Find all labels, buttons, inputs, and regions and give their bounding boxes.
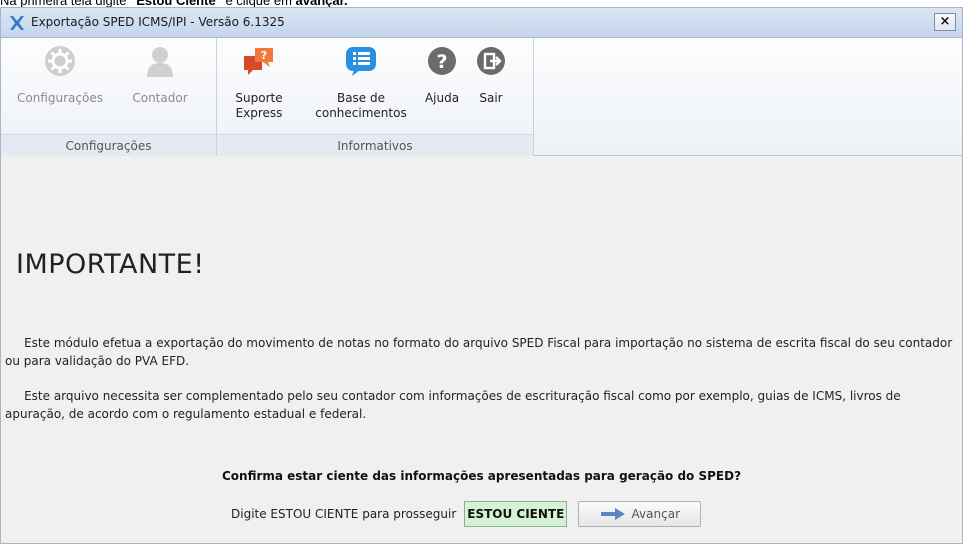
ajuda-label: Ajuda xyxy=(424,91,460,105)
exit-icon xyxy=(477,47,505,75)
base-label-line2: conhecimentos xyxy=(315,106,407,120)
contador-label: Contador xyxy=(132,91,188,105)
sair-button[interactable]: Sair xyxy=(472,44,510,106)
info-paragraph-1: Este módulo efetua a exportação do movim… xyxy=(5,336,956,368)
suporte-label-line2: Express xyxy=(235,106,283,120)
suporte-label-line1: Suporte xyxy=(235,91,283,105)
title-bar[interactable]: Exportação SPED ICMS/IPI - Versão 6.1325… xyxy=(1,8,962,38)
instruction-text: Na primeira tela digite "Estou Ciente" e… xyxy=(0,0,348,8)
ribbon-group-configuracoes: Configurações Contador Configurações xyxy=(1,38,217,156)
contador-button[interactable]: Contador xyxy=(118,44,202,106)
base-conhecimentos-button[interactable]: Base de conhecimentos xyxy=(313,44,409,121)
support-chat-icon: ? xyxy=(244,48,273,75)
ajuda-button[interactable]: ? Ajuda xyxy=(421,44,463,106)
avancar-button[interactable]: Avançar xyxy=(578,501,702,527)
main-content: IMPORTANTE! Este módulo efetua a exporta… xyxy=(1,157,962,543)
ribbon-toolbar: Configurações Contador Configurações ? S… xyxy=(1,38,962,156)
entry-label: Digite ESTOU CIENTE para prosseguir xyxy=(231,507,457,521)
confirm-question: Confirma estar ciente das informações ap… xyxy=(221,469,742,483)
ribbon-group-informativos: ? Suporte Express Base de conhecimentos xyxy=(217,38,534,156)
close-button[interactable]: × xyxy=(934,13,956,31)
window-title: Exportação SPED ICMS/IPI - Versão 6.1325 xyxy=(31,15,285,29)
sair-label: Sair xyxy=(479,91,503,105)
base-label-line1: Base de xyxy=(336,91,386,105)
arrow-right-icon xyxy=(600,508,625,520)
svg-text:?: ? xyxy=(436,51,447,73)
configuracoes-label: Configurações xyxy=(17,91,103,105)
group-caption-informativos: Informativos xyxy=(217,134,533,156)
app-window: Exportação SPED ICMS/IPI - Versão 6.1325… xyxy=(0,7,963,544)
svg-text:?: ? xyxy=(261,49,267,62)
person-icon xyxy=(147,47,173,77)
confirmation-row: Digite ESTOU CIENTE para prosseguir ESTO… xyxy=(231,500,702,528)
help-icon: ? xyxy=(428,47,456,75)
group-caption-configuracoes: Configurações xyxy=(1,134,216,156)
suporte-express-button[interactable]: ? Suporte Express xyxy=(229,44,289,121)
app-logo-icon xyxy=(10,16,24,30)
page-title: IMPORTANTE! xyxy=(16,249,205,280)
gear-icon xyxy=(45,46,75,76)
avancar-label: Avançar xyxy=(631,507,680,521)
confirmation-input[interactable]: ESTOU CIENTE xyxy=(464,501,568,527)
knowledge-list-icon xyxy=(346,47,376,76)
info-paragraph-2: Este arquivo necessita ser complementado… xyxy=(5,389,905,421)
configuracoes-button[interactable]: Configurações xyxy=(17,44,103,106)
